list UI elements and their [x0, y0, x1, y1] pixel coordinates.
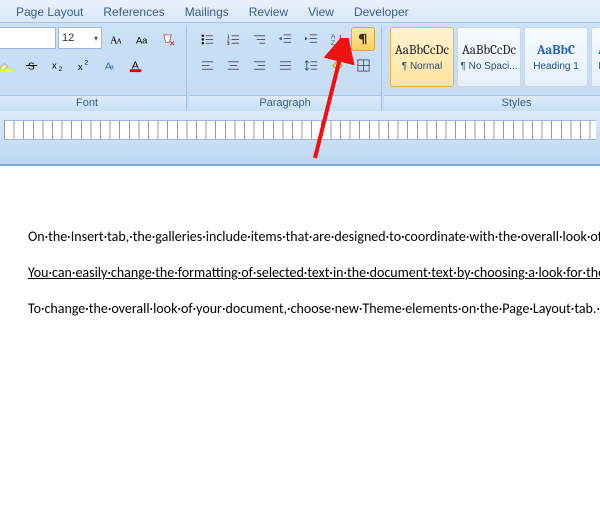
subscript-button[interactable]: x2 — [46, 53, 70, 77]
decrease-indent-button[interactable] — [273, 27, 297, 51]
group-label-paragraph: Paragraph — [189, 95, 381, 111]
style-caption: ¶ Normal — [402, 61, 442, 72]
svg-text:x: x — [51, 60, 56, 70]
svg-text:Aa: Aa — [135, 35, 147, 45]
svg-text:Z: Z — [330, 40, 334, 47]
group-styles: AaBbCcDc ¶ Normal AaBbCcDc ¶ No Spaci...… — [384, 25, 600, 111]
ribbon: Page Layout References Mailings Review V… — [0, 0, 600, 166]
tab-references[interactable]: References — [93, 2, 174, 22]
style-caption: ¶ No Spaci... — [460, 61, 517, 72]
style-preview: AaBbCcDc — [395, 43, 449, 58]
paragraph-3[interactable]: To·change·the·overall·look·of·your·docum… — [28, 298, 572, 320]
font-size-value: 12 — [62, 32, 74, 44]
style-heading-2[interactable]: AaBbC Heading — [591, 27, 600, 87]
group-label-styles: Styles — [384, 95, 600, 111]
show-hide-marks-button[interactable] — [351, 27, 375, 51]
paragraph-2[interactable]: You·can·easily·change·the·formatting·of·… — [28, 262, 572, 284]
svg-text:x: x — [77, 62, 82, 72]
increase-indent-button[interactable] — [299, 27, 323, 51]
style-heading-1[interactable]: AaBbC Heading 1 — [524, 27, 588, 87]
tab-mailings[interactable]: Mailings — [175, 2, 239, 22]
strikethrough-button[interactable]: S — [20, 53, 44, 77]
text-effects-button[interactable]: Aa — [98, 53, 122, 77]
svg-text:A: A — [116, 36, 122, 45]
superscript-button[interactable]: x2 — [72, 53, 96, 77]
numbering-button[interactable]: 123 — [221, 27, 245, 51]
align-center-button[interactable] — [221, 53, 245, 77]
style-no-spacing[interactable]: AaBbCcDc ¶ No Spaci... — [457, 27, 521, 87]
group-paragraph: 123 AZ Paragraph — [189, 25, 382, 111]
change-case-button[interactable]: Aa — [130, 27, 154, 51]
svg-text:S: S — [27, 61, 34, 72]
style-preview: AaBbCcDc — [462, 43, 516, 58]
style-preview: AaBbC — [537, 43, 575, 58]
multilevel-list-button[interactable] — [247, 27, 271, 51]
tab-page-layout[interactable]: Page Layout — [6, 2, 93, 22]
justify-button[interactable] — [273, 53, 297, 77]
tab-developer[interactable]: Developer — [344, 2, 419, 22]
tab-view[interactable]: View — [298, 2, 344, 22]
font-name-combo[interactable] — [0, 27, 56, 49]
bullets-button[interactable] — [195, 27, 219, 51]
ribbon-tabs: Page Layout References Mailings Review V… — [0, 0, 600, 23]
line-spacing-button[interactable] — [299, 53, 323, 77]
ruler-area — [0, 111, 600, 165]
clear-formatting-button[interactable] — [156, 27, 180, 51]
font-color-button[interactable]: A — [124, 53, 148, 77]
style-caption: Heading 1 — [533, 61, 579, 72]
grow-font-button[interactable]: AA — [104, 27, 128, 51]
align-left-button[interactable] — [195, 53, 219, 77]
tab-review[interactable]: Review — [239, 2, 298, 22]
highlight-color-button[interactable] — [0, 53, 18, 77]
borders-button[interactable] — [351, 53, 375, 77]
document-page: On·the·Insert·tab,·the·galleries·include… — [0, 166, 600, 320]
group-font: 12 AA Aa S x2 x2 Aa A Font — [0, 25, 187, 111]
paragraph-1[interactable]: On·the·Insert·tab,·the·galleries·include… — [28, 226, 572, 248]
sort-button[interactable]: AZ — [325, 27, 349, 51]
font-size-combo[interactable]: 12 — [58, 27, 102, 49]
svg-text:3: 3 — [226, 41, 229, 46]
group-label-font: Font — [0, 95, 186, 111]
document-body[interactable]: On·the·Insert·tab,·the·galleries·include… — [28, 226, 572, 320]
style-normal[interactable]: AaBbCcDc ¶ Normal — [390, 27, 454, 87]
shading-button[interactable] — [325, 53, 349, 77]
horizontal-ruler[interactable] — [4, 120, 596, 140]
svg-text:2: 2 — [84, 59, 88, 66]
align-right-button[interactable] — [247, 53, 271, 77]
svg-text:2: 2 — [58, 66, 62, 73]
svg-text:a: a — [109, 62, 114, 71]
